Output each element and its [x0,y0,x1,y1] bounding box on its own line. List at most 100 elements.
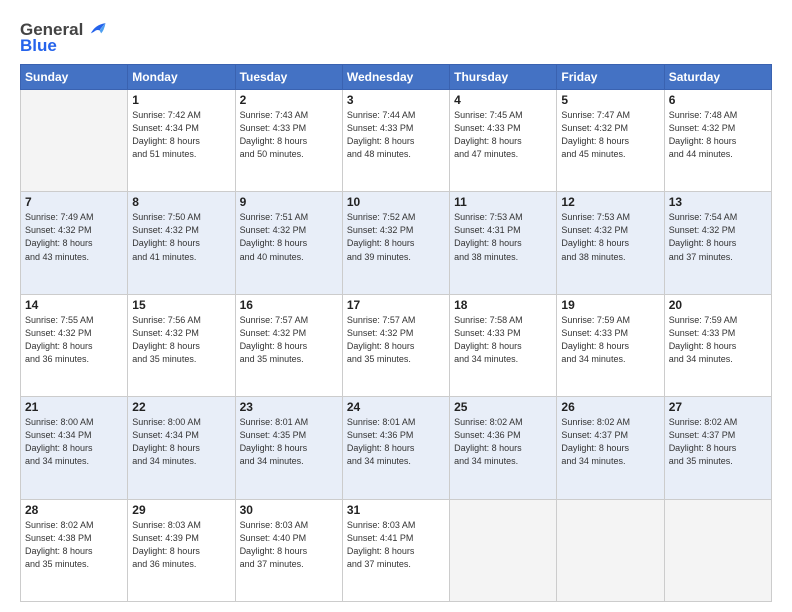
day-info: Sunrise: 7:42 AMSunset: 4:34 PMDaylight:… [132,109,230,161]
day-info: Sunrise: 7:51 AMSunset: 4:32 PMDaylight:… [240,211,338,263]
calendar-header-friday: Friday [557,65,664,90]
calendar-header-tuesday: Tuesday [235,65,342,90]
day-info: Sunrise: 7:54 AMSunset: 4:32 PMDaylight:… [669,211,767,263]
day-number: 27 [669,400,767,414]
day-number: 11 [454,195,552,209]
calendar-cell: 30 Sunrise: 8:03 AMSunset: 4:40 PMDayligh… [235,499,342,601]
day-number: 3 [347,93,445,107]
day-number: 8 [132,195,230,209]
day-info: Sunrise: 7:43 AMSunset: 4:33 PMDaylight:… [240,109,338,161]
day-info: Sunrise: 7:57 AMSunset: 4:32 PMDaylight:… [240,314,338,366]
day-info: Sunrise: 7:52 AMSunset: 4:32 PMDaylight:… [347,211,445,263]
calendar-cell [450,499,557,601]
calendar-cell: 2 Sunrise: 7:43 AMSunset: 4:33 PMDaylight… [235,90,342,192]
day-info: Sunrise: 8:03 AMSunset: 4:40 PMDaylight:… [240,519,338,571]
day-number: 2 [240,93,338,107]
calendar-cell: 31 Sunrise: 8:03 AMSunset: 4:41 PMDayligh… [342,499,449,601]
day-number: 20 [669,298,767,312]
calendar-cell: 1 Sunrise: 7:42 AMSunset: 4:34 PMDaylight… [128,90,235,192]
day-number: 5 [561,93,659,107]
calendar-cell: 16 Sunrise: 7:57 AMSunset: 4:32 PMDayligh… [235,294,342,396]
calendar-cell: 9 Sunrise: 7:51 AMSunset: 4:32 PMDaylight… [235,192,342,294]
day-info: Sunrise: 8:02 AMSunset: 4:37 PMDaylight:… [669,416,767,468]
day-number: 14 [25,298,123,312]
day-number: 28 [25,503,123,517]
day-info: Sunrise: 7:59 AMSunset: 4:33 PMDaylight:… [669,314,767,366]
day-info: Sunrise: 8:02 AMSunset: 4:37 PMDaylight:… [561,416,659,468]
calendar-week-row: 1 Sunrise: 7:42 AMSunset: 4:34 PMDaylight… [21,90,772,192]
day-info: Sunrise: 8:02 AMSunset: 4:36 PMDaylight:… [454,416,552,468]
day-info: Sunrise: 7:58 AMSunset: 4:33 PMDaylight:… [454,314,552,366]
day-number: 26 [561,400,659,414]
page: General Blue SundayMondayTuesdayWednesda… [0,0,792,612]
calendar-cell: 28 Sunrise: 8:02 AMSunset: 4:38 PMDayligh… [21,499,128,601]
calendar-cell: 11Sunrise: 7:53 AMSunset: 4:31 PMDayligh… [450,192,557,294]
day-info: Sunrise: 7:55 AMSunset: 4:32 PMDaylight:… [25,314,123,366]
calendar-cell: 6 Sunrise: 7:48 AMSunset: 4:32 PMDaylight… [664,90,771,192]
calendar-header-saturday: Saturday [664,65,771,90]
calendar-cell: 4 Sunrise: 7:45 AMSunset: 4:33 PMDaylight… [450,90,557,192]
calendar-cell [664,499,771,601]
calendar-cell: 10 Sunrise: 7:52 AMSunset: 4:32 PMDayligh… [342,192,449,294]
day-info: Sunrise: 7:47 AMSunset: 4:32 PMDaylight:… [561,109,659,161]
calendar-cell: 3 Sunrise: 7:44 AMSunset: 4:33 PMDaylight… [342,90,449,192]
day-number: 31 [347,503,445,517]
calendar-cell: 12Sunrise: 7:53 AMSunset: 4:32 PMDayligh… [557,192,664,294]
day-info: Sunrise: 7:44 AMSunset: 4:33 PMDaylight:… [347,109,445,161]
calendar-week-row: 14 Sunrise: 7:55 AMSunset: 4:32 PMDayligh… [21,294,772,396]
calendar-cell: 17Sunrise: 7:57 AMSunset: 4:32 PMDayligh… [342,294,449,396]
day-number: 13 [669,195,767,209]
calendar-cell: 27 Sunrise: 8:02 AMSunset: 4:37 PMDayligh… [664,397,771,499]
day-number: 19 [561,298,659,312]
calendar-header-monday: Monday [128,65,235,90]
day-info: Sunrise: 7:50 AMSunset: 4:32 PMDaylight:… [132,211,230,263]
calendar-cell: 8 Sunrise: 7:50 AMSunset: 4:32 PMDaylight… [128,192,235,294]
day-number: 30 [240,503,338,517]
logo-bird-icon [85,18,107,40]
calendar-cell [21,90,128,192]
calendar-cell: 25Sunrise: 8:02 AMSunset: 4:36 PMDayligh… [450,397,557,499]
day-number: 4 [454,93,552,107]
calendar-cell: 22Sunrise: 8:00 AMSunset: 4:34 PMDayligh… [128,397,235,499]
day-info: Sunrise: 7:49 AMSunset: 4:32 PMDaylight:… [25,211,123,263]
day-number: 29 [132,503,230,517]
day-info: Sunrise: 8:00 AMSunset: 4:34 PMDaylight:… [25,416,123,468]
calendar-cell: 24Sunrise: 8:01 AMSunset: 4:36 PMDayligh… [342,397,449,499]
calendar-cell: 29 Sunrise: 8:03 AMSunset: 4:39 PMDayligh… [128,499,235,601]
day-info: Sunrise: 8:03 AMSunset: 4:41 PMDaylight:… [347,519,445,571]
day-info: Sunrise: 8:02 AMSunset: 4:38 PMDaylight:… [25,519,123,571]
day-number: 16 [240,298,338,312]
day-info: Sunrise: 7:59 AMSunset: 4:33 PMDaylight:… [561,314,659,366]
calendar-cell [557,499,664,601]
day-info: Sunrise: 7:57 AMSunset: 4:32 PMDaylight:… [347,314,445,366]
day-number: 7 [25,195,123,209]
logo: General Blue [20,20,107,56]
calendar-header-thursday: Thursday [450,65,557,90]
header: General Blue [20,16,772,56]
day-number: 23 [240,400,338,414]
day-info: Sunrise: 8:03 AMSunset: 4:39 PMDaylight:… [132,519,230,571]
calendar-cell: 19 Sunrise: 7:59 AMSunset: 4:33 PMDayligh… [557,294,664,396]
calendar-cell: 5 Sunrise: 7:47 AMSunset: 4:32 PMDaylight… [557,90,664,192]
calendar-cell: 14 Sunrise: 7:55 AMSunset: 4:32 PMDayligh… [21,294,128,396]
day-number: 1 [132,93,230,107]
calendar-week-row: 7 Sunrise: 7:49 AMSunset: 4:32 PMDaylight… [21,192,772,294]
day-number: 10 [347,195,445,209]
calendar-cell: 18 Sunrise: 7:58 AMSunset: 4:33 PMDayligh… [450,294,557,396]
day-info: Sunrise: 8:01 AMSunset: 4:36 PMDaylight:… [347,416,445,468]
day-info: Sunrise: 8:01 AMSunset: 4:35 PMDaylight:… [240,416,338,468]
day-info: Sunrise: 7:45 AMSunset: 4:33 PMDaylight:… [454,109,552,161]
day-number: 12 [561,195,659,209]
calendar-week-row: 21 Sunrise: 8:00 AMSunset: 4:34 PMDayligh… [21,397,772,499]
day-number: 18 [454,298,552,312]
day-number: 21 [25,400,123,414]
calendar-cell: 23 Sunrise: 8:01 AMSunset: 4:35 PMDayligh… [235,397,342,499]
calendar-cell: 13 Sunrise: 7:54 AMSunset: 4:32 PMDayligh… [664,192,771,294]
calendar-header-sunday: Sunday [21,65,128,90]
day-number: 6 [669,93,767,107]
day-number: 9 [240,195,338,209]
day-info: Sunrise: 7:48 AMSunset: 4:32 PMDaylight:… [669,109,767,161]
day-number: 15 [132,298,230,312]
calendar-cell: 15Sunrise: 7:56 AMSunset: 4:32 PMDayligh… [128,294,235,396]
calendar-cell: 7 Sunrise: 7:49 AMSunset: 4:32 PMDaylight… [21,192,128,294]
